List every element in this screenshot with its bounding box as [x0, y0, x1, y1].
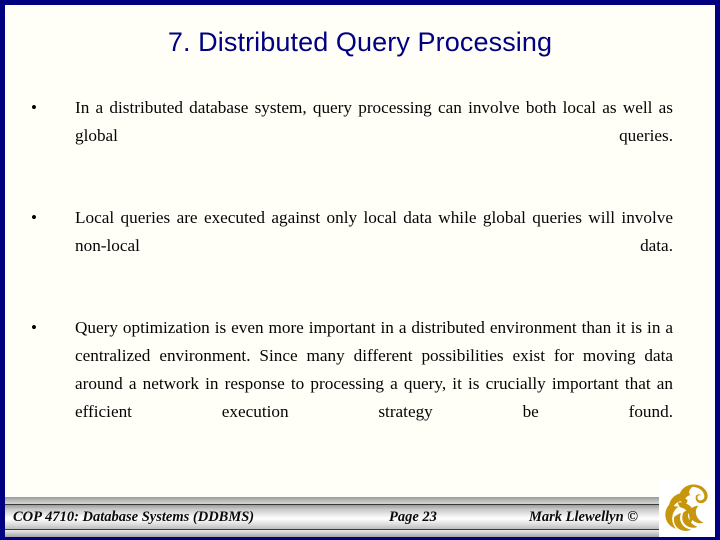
- footer-course-label: COP 4710: Database Systems (DDBMS): [13, 509, 255, 525]
- bullet-item: • Query optimization is even more import…: [0, 314, 720, 454]
- bullet-item: • In a distributed database system, quer…: [0, 94, 720, 178]
- footer-author-label: Mark Llewellyn ©: [529, 509, 639, 525]
- bullet-point-icon: •: [31, 98, 37, 117]
- bullet-text: In a distributed database system, query …: [75, 98, 673, 145]
- slide-title: 7. Distributed Query Processing: [167, 27, 553, 57]
- ucf-pegasus-logo-icon: [665, 484, 708, 531]
- slide-body: • In a distributed database system, quer…: [0, 94, 720, 480]
- bullet-item: • Local queries are executed against onl…: [0, 204, 720, 288]
- slide-border-top: [0, 0, 720, 5]
- bullet-text: Query optimization is even more importan…: [75, 318, 673, 421]
- bullet-point-icon: •: [31, 318, 37, 337]
- ucf-pegasus-logo: [659, 479, 715, 537]
- footer-top-strip: [5, 497, 715, 504]
- footer-bottom-strip: [5, 530, 715, 537]
- presentation-slide: 7. Distributed Query Processing • In a d…: [0, 0, 720, 540]
- bullet-point-icon: •: [31, 208, 37, 227]
- slide-border-left: [0, 0, 5, 540]
- bullet-text: Local queries are executed against only …: [75, 208, 673, 255]
- footer-page-number: Page 23: [389, 509, 437, 525]
- slide-footer: COP 4710: Database Systems (DDBMS) Page …: [5, 497, 715, 537]
- slide-border-right: [715, 0, 720, 540]
